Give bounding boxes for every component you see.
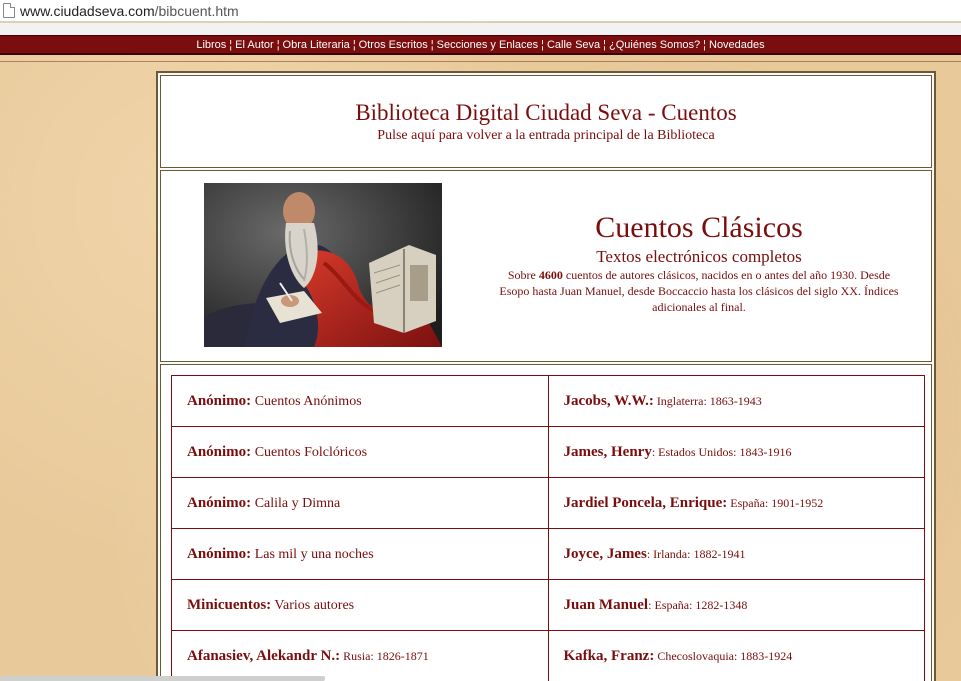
back-to-library-link[interactable]: Pulse aquí para volver a la entrada prin… — [161, 128, 931, 144]
author-detail: Cuentos Folclóricos — [251, 444, 368, 460]
author-cell[interactable]: Afanasiev, Alekandr N.: Rusia: 1826-1871 — [171, 630, 549, 681]
url-path: /bibcuent.htm — [154, 2, 239, 19]
author-cell[interactable]: Jardiel Poncela, Enrique: España: 1901-1… — [547, 477, 925, 529]
browser-gap — [0, 23, 961, 35]
author-detail: España: 1901-1952 — [727, 495, 824, 510]
table-row: Minicuentos: Varios autores Juan Manuel: … — [171, 579, 925, 631]
author-name-link[interactable]: James, Henry — [564, 444, 652, 460]
author-cell[interactable]: Minicuentos: Varios autores — [171, 579, 549, 631]
painting-svg — [204, 183, 442, 347]
nav-separator: ¦ — [229, 39, 233, 51]
author-detail: Calila y Dimna — [251, 495, 341, 511]
table-row: Anónimo: Calila y Dimna Jardiel Poncela, … — [171, 477, 925, 529]
nav-item[interactable]: El Autor — [235, 39, 274, 51]
author-detail: : Irlanda: 1882-1941 — [646, 546, 746, 561]
author-name-link[interactable]: Juan Manuel — [564, 597, 649, 613]
saint-jerome-painting — [204, 183, 442, 347]
horizontal-scrollbar[interactable] — [0, 676, 325, 681]
nav-separator: ¦ — [703, 39, 706, 51]
author-cell[interactable]: Joyce, James: Irlanda: 1882-1941 — [547, 528, 925, 580]
nav-item[interactable]: Calle Seva — [547, 39, 600, 51]
nav-separator: ¦ — [603, 39, 607, 51]
hero-subtitle: Textos electrónicos completos — [596, 247, 802, 266]
hero-desc-prefix: Sobre — [507, 268, 539, 282]
author-detail: Varios autores — [271, 597, 355, 613]
top-nav: Libros ¦ El Autor ¦ Obra Literaria ¦ Otros Esc… — [0, 35, 961, 55]
hero-box: Cuentos Clásicos Textos electrónicos com… — [160, 170, 932, 362]
author-cell[interactable]: Juan Manuel: España: 1282-1348 — [547, 579, 925, 631]
address-bar[interactable]: www.ciudadseva.com/bibcuent.htm — [0, 0, 961, 22]
nav-item[interactable]: Libros — [196, 39, 226, 51]
main-container: Biblioteca Digital Ciudad Seva - Cuentos… — [156, 71, 936, 681]
page-icon — [3, 3, 15, 18]
author-name-link[interactable]: Jardiel Poncela, Enrique: — [564, 495, 728, 511]
nav-separator: ¦ — [276, 39, 280, 51]
url-host: www.ciudadseva.com — [20, 2, 155, 19]
table-row: Afanasiev, Alekandr N.: Rusia: 1826-1871… — [171, 630, 925, 681]
author-detail: : España: 1282-1348 — [648, 597, 748, 612]
author-cell[interactable]: Anónimo: Cuentos Folclóricos — [171, 426, 549, 478]
table-row: Anónimo: Cuentos Folclóricos James, Henry… — [171, 426, 925, 478]
hero-text: Cuentos Clásicos Textos electrónicos com… — [479, 211, 919, 315]
nav-item[interactable]: Novedades — [709, 39, 765, 51]
author-name-link[interactable]: Afanasiev, Alekandr N.: — [187, 648, 340, 664]
author-cell[interactable]: Jacobs, W.W.: Inglaterra: 1863-1943 — [547, 375, 925, 427]
author-name-link[interactable]: Anónimo: — [187, 393, 251, 409]
author-name-link[interactable]: Kafka, Franz: — [564, 648, 655, 664]
author-name-link[interactable]: Joyce, James — [564, 546, 647, 562]
nav-divider — [0, 61, 961, 62]
table-row: Anónimo: Cuentos Anónimos Jacobs, W.W.: I… — [171, 375, 925, 427]
author-detail: Checoslovaquia: 1883-1924 — [654, 648, 793, 663]
hero-title: Cuentos Clásicos — [595, 211, 803, 244]
nav-item[interactable]: Secciones y Enlaces — [437, 39, 539, 51]
author-table: Anónimo: Cuentos Anónimos Jacobs, W.W.: I… — [171, 375, 925, 681]
author-detail: : Estados Unidos: 1843-1916 — [651, 444, 792, 459]
header-box: Biblioteca Digital Ciudad Seva - Cuentos… — [160, 75, 932, 168]
author-detail: Inglaterra: 1863-1943 — [653, 393, 762, 408]
nav-item[interactable]: Otros Escritos — [359, 39, 428, 51]
author-name-link[interactable]: Jacobs, W.W.: — [564, 393, 654, 409]
nav-item[interactable]: ¿Quiénes Somos? — [609, 39, 700, 51]
author-cell[interactable]: Anónimo: Las mil y una noches — [171, 528, 549, 580]
author-cell[interactable]: Anónimo: Calila y Dimna — [171, 477, 549, 529]
author-cell[interactable]: Kafka, Franz: Checoslovaquia: 1883-1924 — [547, 630, 925, 681]
author-cell[interactable]: Anónimo: Cuentos Anónimos — [171, 375, 549, 427]
author-list-box: Anónimo: Cuentos Anónimos Jacobs, W.W.: I… — [160, 364, 932, 681]
author-name-link[interactable]: Anónimo: — [187, 495, 251, 511]
author-name-link[interactable]: Anónimo: — [187, 546, 251, 562]
table-row: Anónimo: Las mil y una noches Joyce, Jame… — [171, 528, 925, 580]
author-detail: Rusia: 1826-1871 — [340, 648, 429, 663]
author-detail: Cuentos Anónimos — [251, 393, 362, 409]
author-cell[interactable]: James, Henry: Estados Unidos: 1843-1916 — [547, 426, 925, 478]
hero-description: Sobre 4600 cuentos de autores clásicos, … — [479, 267, 919, 315]
url-text[interactable]: www.ciudadseva.com/bibcuent.htm — [20, 3, 239, 19]
hero-desc-count: 4600 — [538, 268, 563, 282]
nav-separator: ¦ — [352, 39, 356, 51]
author-name-link[interactable]: Minicuentos: — [187, 597, 271, 613]
author-detail: Las mil y una noches — [251, 546, 374, 562]
nav-item[interactable]: Obra Literaria — [283, 39, 350, 51]
page-title: Biblioteca Digital Ciudad Seva - Cuentos — [355, 100, 737, 125]
nav-separator: ¦ — [541, 39, 544, 51]
author-name-link[interactable]: Anónimo: — [187, 444, 251, 460]
nav-separator: ¦ — [430, 39, 434, 51]
